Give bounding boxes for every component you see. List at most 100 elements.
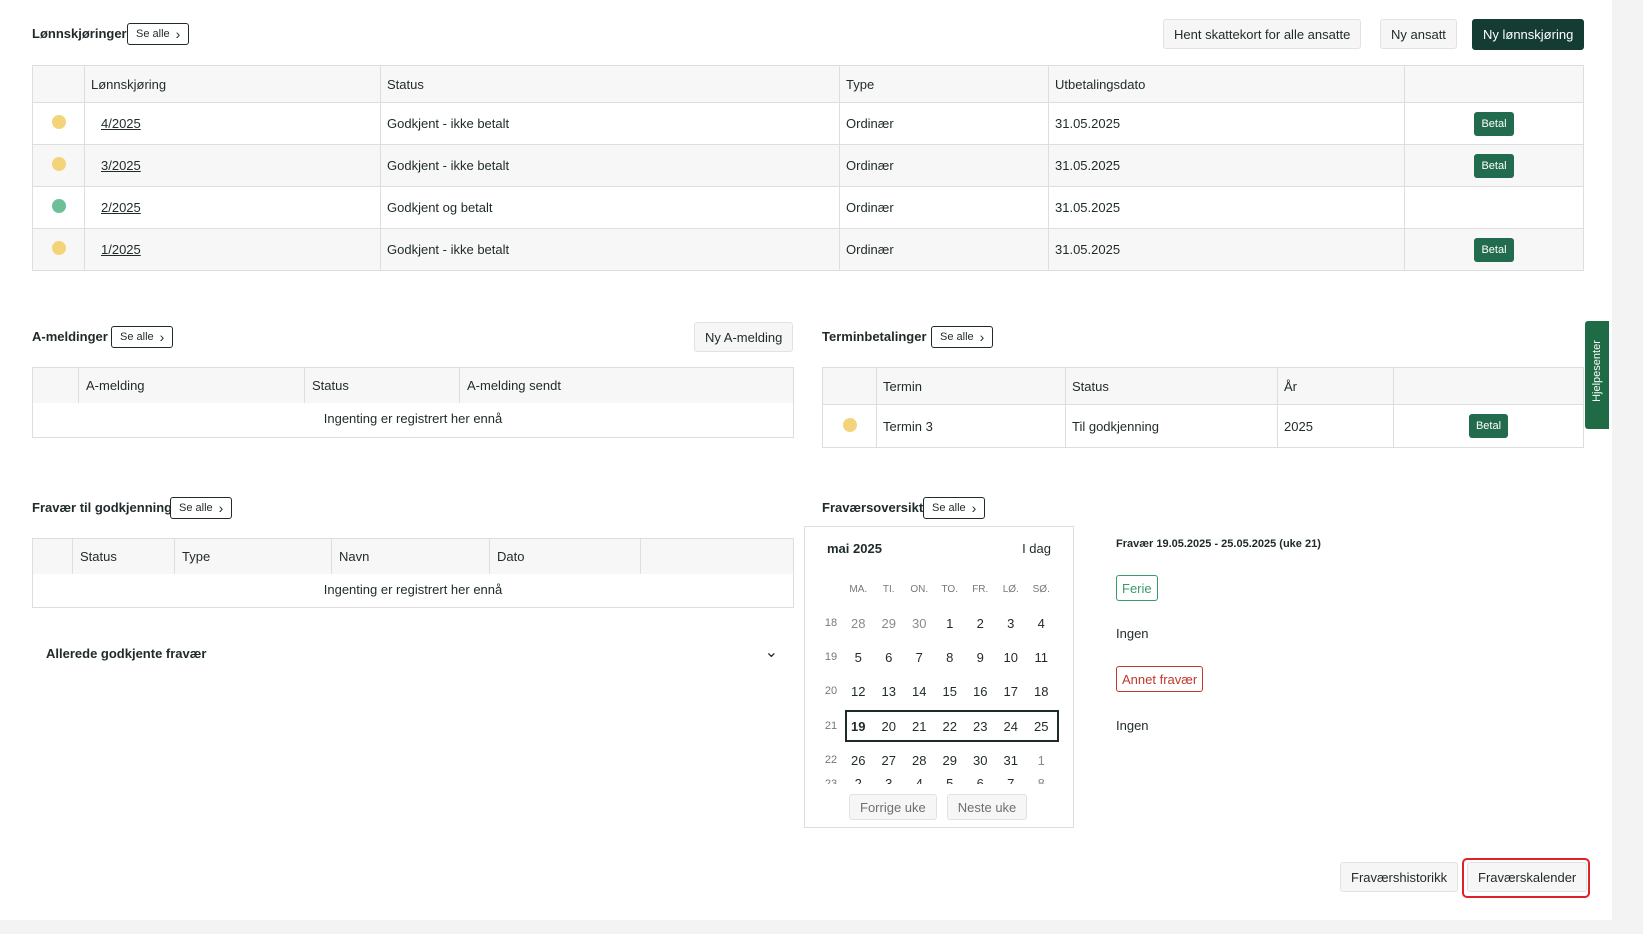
calendar-week-row[interactable]: 22 26 27 28 29 30 31 1 [819, 744, 1057, 776]
calendar-day[interactable]: 1 [1026, 753, 1057, 768]
absence-approval-see-all-button[interactable]: Se alle › [170, 497, 233, 519]
date-cell: 31.05.2025 [1048, 102, 1405, 145]
calendar-day[interactable]: 3 [874, 776, 905, 784]
calendar-today-button[interactable]: I dag [1022, 541, 1051, 556]
a-messages-see-all-button[interactable]: Se alle › [111, 326, 174, 348]
calendar-day[interactable]: 26 [843, 753, 874, 768]
calendar-day[interactable]: 31 [996, 753, 1027, 768]
status-cell: Godkjent og betalt [380, 186, 840, 229]
calendar-day[interactable]: 21 [904, 719, 935, 734]
calendar-day[interactable]: 10 [996, 650, 1027, 665]
calendar-day[interactable]: 29 [935, 753, 966, 768]
calendar-week-row[interactable]: 19 5 6 7 8 9 10 11 [819, 641, 1057, 673]
help-center-label: Hjelpesenter [1591, 340, 1603, 402]
calendar-day[interactable]: 6 [874, 650, 905, 665]
pay-button[interactable]: Betal [1474, 111, 1514, 136]
payroll-run-link[interactable]: 2/2025 [101, 200, 141, 215]
chevron-right-icon: › [159, 329, 165, 345]
calendar-day[interactable]: 29 [874, 616, 905, 631]
calendar-week-row-selected[interactable]: 21 19 20 21 22 23 24 25 [819, 710, 1057, 742]
approved-absence-accordion[interactable]: Allerede godkjente fravær ⌄ [32, 636, 794, 672]
absence-approval-title: Fravær til godkjenning [32, 500, 173, 515]
week-number: 21 [824, 720, 838, 732]
calendar-day[interactable]: 8 [935, 650, 966, 665]
term-cell: Termin 3 [876, 404, 1066, 448]
payroll-run-link[interactable]: 4/2025 [101, 116, 141, 131]
calendar-day[interactable]: 16 [965, 684, 996, 699]
calendar-day[interactable]: 18 [1026, 684, 1057, 699]
calendar-day[interactable]: 5 [843, 650, 874, 665]
calendar-day[interactable]: 20 [874, 719, 905, 734]
new-a-message-button[interactable]: Ny A-melding [694, 322, 794, 352]
calendar-day[interactable]: 24 [996, 719, 1027, 734]
other-absence-badge: Annet fravær [1116, 666, 1204, 692]
calendar-day[interactable]: 3 [996, 616, 1027, 631]
pay-button[interactable]: Betal [1474, 153, 1514, 178]
absence-history-button[interactable]: Fraværshistorikk [1340, 862, 1459, 892]
calendar-day[interactable]: 27 [874, 753, 905, 768]
fetch-tax-cards-button[interactable]: Hent skattekort for alle ansatte [1163, 19, 1362, 49]
term-payments-title: Terminbetalinger [822, 329, 927, 344]
calendar-day[interactable]: 30 [904, 616, 935, 631]
see-all-label: Se alle [932, 502, 966, 514]
help-center-tab[interactable]: Hjelpesenter [1585, 321, 1609, 429]
calendar-day[interactable]: 30 [965, 753, 996, 768]
status-cell: Godkjent - ikke betalt [380, 102, 840, 145]
column-header-status: Status [380, 65, 840, 103]
calendar-day[interactable]: 13 [874, 684, 905, 699]
pay-button[interactable]: Betal [1468, 414, 1509, 438]
new-payroll-button[interactable]: Ny lønnskjøring [1472, 19, 1585, 50]
calendar-day[interactable]: 12 [843, 684, 874, 699]
calendar-week-row-partial[interactable]: 23 2 3 4 5 6 7 8 [819, 774, 1057, 784]
calendar-day[interactable]: 4 [904, 776, 935, 784]
see-all-label: Se alle [136, 28, 170, 40]
next-week-button[interactable]: Neste uke [946, 794, 1028, 820]
week-number: 20 [824, 685, 838, 697]
calendar-day[interactable]: 7 [996, 776, 1027, 784]
date-cell: 31.05.2025 [1048, 228, 1405, 271]
calendar-day[interactable]: 14 [904, 684, 935, 699]
calendar-day-today[interactable]: 19 [843, 719, 874, 734]
calendar-day[interactable]: 6 [965, 776, 996, 784]
calendar-day[interactable]: 2 [843, 776, 874, 784]
calendar-day[interactable]: 15 [935, 684, 966, 699]
calendar-day[interactable]: 25 [1026, 719, 1057, 734]
payroll-run-link[interactable]: 3/2025 [101, 158, 141, 173]
new-employee-button[interactable]: Ny ansatt [1380, 19, 1457, 49]
calendar-day[interactable]: 17 [996, 684, 1027, 699]
calendar-week-row[interactable]: 20 12 13 14 15 16 17 18 [819, 675, 1057, 707]
weekday-label: SØ. [1032, 583, 1050, 595]
calendar-day[interactable]: 22 [935, 719, 966, 734]
table-row: 1/2025 Godkjent - ikke betalt Ordinær 31… [32, 228, 1584, 271]
column-header-status-indicator [33, 368, 79, 403]
calendar-day[interactable]: 23 [965, 719, 996, 734]
table-row: 3/2025 Godkjent - ikke betalt Ordinær 31… [32, 144, 1584, 187]
calendar-day[interactable]: 2 [965, 616, 996, 631]
week-number: 22 [824, 754, 838, 766]
week-number: 19 [824, 651, 838, 663]
calendar-day[interactable]: 28 [843, 616, 874, 631]
empty-state-message: Ingenting er registrert her ennå [33, 403, 793, 434]
vacation-value: Ingen [1116, 626, 1149, 641]
absence-calendar-button[interactable]: Fraværskalender [1467, 862, 1588, 892]
type-cell: Ordinær [839, 102, 1049, 145]
calendar-day[interactable]: 28 [904, 753, 935, 768]
calendar-day[interactable]: 5 [935, 776, 966, 784]
calendar-day[interactable]: 9 [965, 650, 996, 665]
calendar-day[interactable]: 7 [904, 650, 935, 665]
calendar-day[interactable]: 11 [1026, 650, 1057, 665]
payroll-run-link[interactable]: 1/2025 [101, 242, 141, 257]
payroll-see-all-button[interactable]: Se alle › [127, 23, 190, 45]
pay-button[interactable]: Betal [1474, 237, 1514, 262]
absence-overview-see-all-button[interactable]: Se alle › [923, 497, 986, 519]
column-header-status: Status [73, 539, 175, 574]
calendar-day[interactable]: 8 [1026, 776, 1057, 784]
calendar-day[interactable]: 4 [1026, 616, 1057, 631]
calendar-day[interactable]: 1 [935, 616, 966, 631]
year-cell: 2025 [1277, 404, 1394, 448]
previous-week-button[interactable]: Forrige uke [849, 794, 937, 820]
term-payments-see-all-button[interactable]: Se alle › [931, 326, 994, 348]
calendar-week-row[interactable]: 18 28 29 30 1 2 3 4 [819, 607, 1057, 639]
date-cell: 31.05.2025 [1048, 186, 1405, 229]
status-dot [842, 417, 857, 432]
